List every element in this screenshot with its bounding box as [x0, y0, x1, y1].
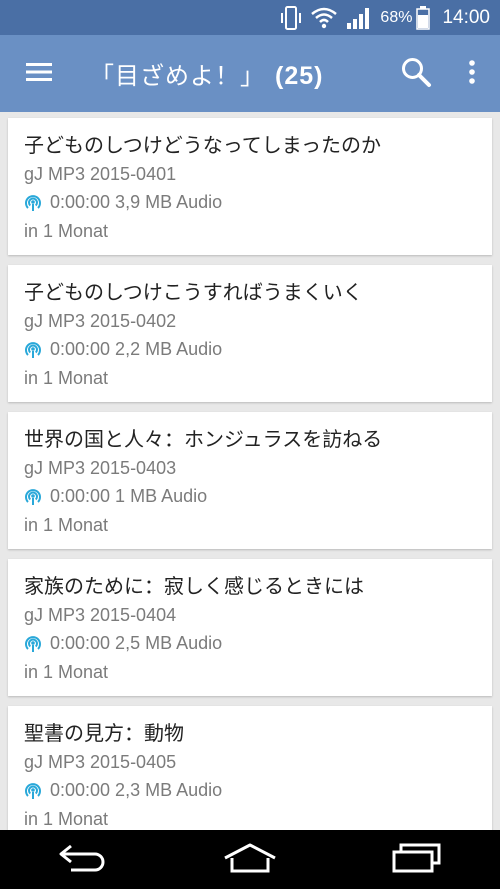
podcast-icon: [24, 341, 42, 359]
menu-icon: [26, 62, 52, 86]
episode-title: 子どものしつけどうなってしまったのか: [24, 133, 381, 157]
wifi-icon: [310, 7, 338, 29]
clock: 14:00: [442, 6, 490, 28]
episode-count: (25): [275, 62, 324, 90]
episode-date: in 1 Monat: [24, 809, 109, 829]
more-vert-icon: [468, 59, 476, 89]
list-item[interactable]: 子どものしつけこうすればうまくいく gJ MP3 2015-0402 0:00:…: [8, 265, 492, 402]
battery-percentage: 68%: [380, 8, 413, 26]
home-icon: [223, 842, 277, 878]
menu-button[interactable]: [0, 35, 78, 112]
podcast-icon: [24, 488, 42, 506]
signal-icon: [346, 7, 372, 29]
podcast-icon: [24, 782, 42, 800]
podcast-icon: [24, 194, 42, 212]
navigation-bar: [0, 830, 500, 889]
episode-meta: 0:00:00 2,5 MB Audio: [24, 629, 492, 658]
list-item[interactable]: 聖書の見方：動物 gJ MP3 2015-0405 0:00:00 2,3 MB…: [8, 706, 492, 830]
back-button[interactable]: [38, 830, 128, 889]
episode-subtitle: gJ MP3 2015-0403: [24, 458, 177, 478]
list-item[interactable]: 子どものしつけどうなってしまったのか gJ MP3 2015-0401 0:00…: [8, 118, 492, 255]
episode-title: 家族のために：寂しく感じるときには: [24, 574, 364, 598]
episode-title: 世界の国と人々：ホンジュラスを訪ねる: [24, 427, 383, 451]
battery-group: 68%: [380, 5, 431, 30]
recents-icon: [391, 843, 443, 877]
overflow-menu-button[interactable]: [444, 35, 500, 112]
episode-subtitle: gJ MP3 2015-0402: [24, 311, 177, 331]
episode-meta-text: 0:00:00 2,2 MB Audio: [50, 339, 223, 359]
episode-meta-text: 0:00:00 1 MB Audio: [50, 486, 208, 506]
battery-icon: [416, 5, 431, 30]
podcast-icon: [24, 635, 42, 653]
episode-meta-text: 0:00:00 2,5 MB Audio: [50, 633, 223, 653]
vibrate-icon: [280, 5, 302, 31]
episode-subtitle: gJ MP3 2015-0404: [24, 605, 177, 625]
episode-date: in 1 Monat: [24, 221, 109, 241]
list-item[interactable]: 世界の国と人々：ホンジュラスを訪ねる gJ MP3 2015-0403 0:00…: [8, 412, 492, 549]
episode-meta: 0:00:00 1 MB Audio: [24, 482, 492, 511]
episode-list: 子どものしつけどうなってしまったのか gJ MP3 2015-0401 0:00…: [0, 112, 500, 830]
search-icon: [400, 56, 432, 92]
episode-date: in 1 Monat: [24, 662, 109, 682]
episode-meta-text: 0:00:00 3,9 MB Audio: [50, 192, 223, 212]
back-icon: [57, 843, 109, 877]
status-bar: 68% 14:00: [0, 0, 500, 35]
episode-meta: 0:00:00 2,3 MB Audio: [24, 776, 492, 805]
search-button[interactable]: [388, 35, 444, 112]
episode-title: 子どものしつけこうすればうまくいく: [24, 280, 363, 304]
episode-subtitle: gJ MP3 2015-0405: [24, 752, 177, 772]
episode-date: in 1 Monat: [24, 368, 109, 388]
list-item[interactable]: 家族のために：寂しく感じるときには gJ MP3 2015-0404 0:00:…: [8, 559, 492, 696]
title-text: 「目ざめよ！」: [90, 62, 265, 90]
episode-title: 聖書の見方：動物: [24, 721, 184, 745]
recents-button[interactable]: [372, 830, 462, 889]
episode-meta: 0:00:00 3,9 MB Audio: [24, 188, 492, 217]
page-title: 「目ざめよ！」 (25): [78, 56, 388, 91]
app-bar: 「目ざめよ！」 (25): [0, 35, 500, 112]
episode-meta-text: 0:00:00 2,3 MB Audio: [50, 780, 223, 800]
episode-subtitle: gJ MP3 2015-0401: [24, 164, 177, 184]
home-button[interactable]: [205, 830, 295, 889]
episode-meta: 0:00:00 2,2 MB Audio: [24, 335, 492, 364]
episode-date: in 1 Monat: [24, 515, 109, 535]
